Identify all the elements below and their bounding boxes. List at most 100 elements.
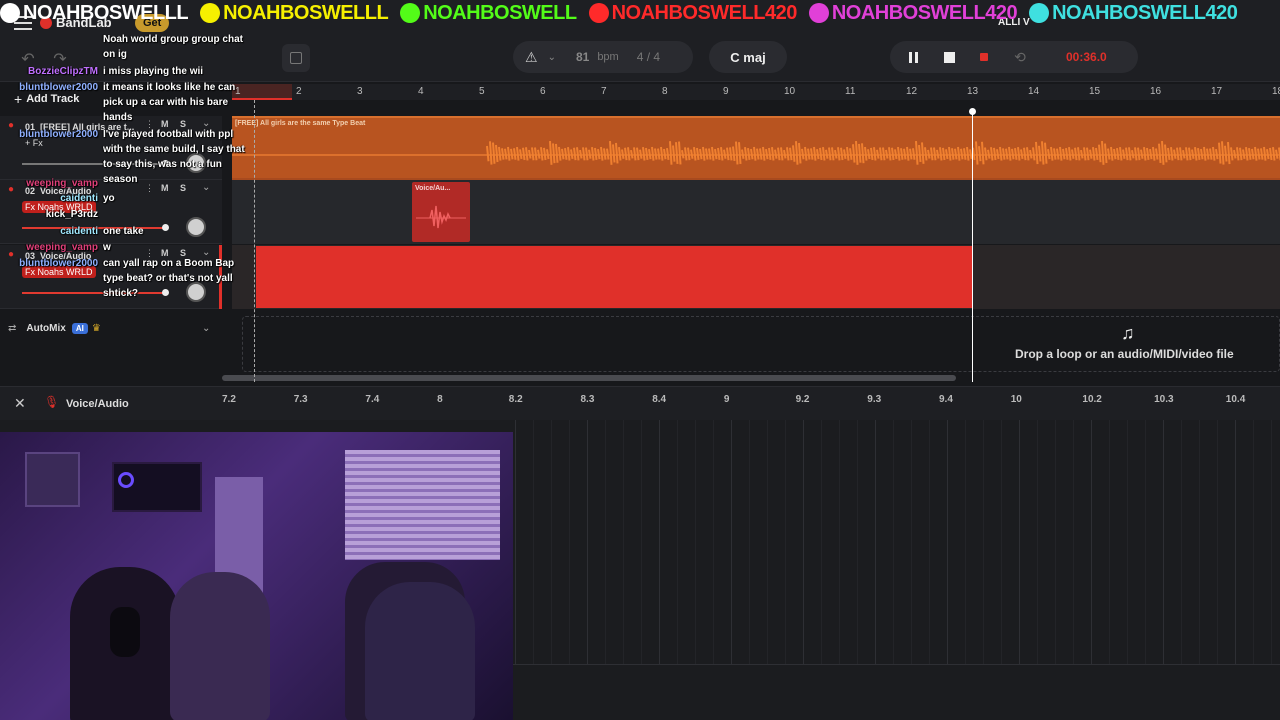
pause-icon — [908, 51, 918, 63]
drop-zone[interactable]: ♫ Drop a loop or an audio/MIDI/video fil… — [242, 316, 1280, 372]
metronome-icon[interactable]: ⚠ — [525, 49, 538, 66]
clip-voice[interactable]: Voice/Au... — [412, 182, 470, 242]
ruler-mark: 14 — [1028, 86, 1040, 97]
ruler-mark: 10 — [784, 86, 796, 97]
chat-username: BozzieClipzTM — [28, 66, 98, 77]
grid-line — [1073, 420, 1074, 665]
social-banner: NOAHBOSWELLL NOAHBOSWELLL NOAHBOSWELL NOAHB… — [0, 0, 1280, 26]
editor-tick: 8.3 — [580, 394, 595, 405]
key-pill[interactable]: C maj — [709, 41, 787, 73]
grid-line — [1001, 420, 1002, 665]
bpm-value[interactable]: 81 — [576, 50, 589, 64]
grid-line — [947, 420, 948, 665]
editor-tick: 9 — [723, 394, 730, 405]
grid-line — [587, 420, 588, 665]
clip-recording[interactable] — [256, 246, 973, 308]
editor-track-label: Voice/Audio — [66, 398, 129, 410]
social-handle: NOAHBOSWELL420 — [1029, 2, 1238, 25]
track-lane-02[interactable]: Voice/Au... — [232, 180, 1280, 244]
grid-line — [605, 420, 606, 665]
time-signature[interactable]: 4 / 4 — [637, 50, 660, 64]
grid-line — [731, 420, 732, 665]
social-handle: NOAHBOSWELLL — [0, 2, 189, 25]
ruler-mark: 2 — [296, 86, 302, 97]
grid-line — [515, 420, 516, 665]
loop-button[interactable]: ⟲ — [1006, 43, 1034, 71]
window-blinds — [345, 450, 500, 560]
editor-tick: 9.2 — [795, 394, 810, 405]
tiktok-icon — [1029, 3, 1050, 23]
chat-username: caidenti — [60, 226, 98, 237]
close-icon[interactable]: ✕ — [14, 395, 26, 412]
editor-tick: 8 — [437, 394, 443, 405]
webcam-video — [0, 432, 513, 720]
editor-tick: 7.4 — [365, 394, 380, 405]
grid-line — [1055, 420, 1056, 665]
music-note-icon: ♫ — [1121, 323, 1135, 343]
grid-line — [785, 420, 786, 665]
editor-baseline — [513, 664, 1280, 665]
editor-tick: 7.3 — [293, 394, 308, 405]
record-button[interactable] — [970, 43, 998, 71]
editor-tick: 8.4 — [652, 394, 667, 405]
grid-line — [875, 420, 876, 665]
chevron-down-icon[interactable]: ⌄ — [548, 52, 556, 63]
grid-line — [551, 420, 552, 665]
bpm-unit: bpm — [597, 51, 619, 63]
grid-line — [893, 420, 894, 665]
x-icon — [0, 3, 20, 23]
stop-button[interactable] — [935, 43, 963, 71]
chat-username: bluntblower2000 — [19, 82, 98, 93]
crown-icon: ♛ — [91, 322, 101, 334]
ruler-mark: 4 — [418, 86, 424, 97]
chevron-down-icon[interactable]: ⌄ — [202, 323, 210, 334]
editor-tick: 9.3 — [867, 394, 882, 405]
social-handle: NOAHBOSWELL420 — [808, 2, 1018, 25]
chat-message: yo — [103, 193, 115, 204]
chat-username: bluntblower2000 — [19, 129, 98, 140]
grid-line — [1253, 420, 1254, 665]
track-lane-03[interactable] — [232, 245, 1280, 309]
ruler-mark: 13 — [967, 86, 979, 97]
grid-line — [1127, 420, 1128, 665]
editor-tick: 7.2 — [222, 394, 236, 405]
ruler-mark: 9 — [723, 86, 729, 97]
grid-line — [569, 420, 570, 665]
social-handle-text: NOAHBOSWELL420 — [611, 1, 798, 24]
person-middle — [170, 572, 270, 720]
playhead[interactable] — [969, 108, 976, 382]
grid-icon — [290, 52, 302, 64]
horizontal-scrollbar[interactable] — [222, 375, 956, 381]
grid-line — [1217, 420, 1218, 665]
grid-line — [803, 420, 804, 665]
playhead-handle[interactable] — [969, 108, 976, 115]
clip-beat[interactable]: [FREE] All girls are the same Type Beat — [232, 116, 1280, 178]
automix-icon: ⇄ — [8, 322, 17, 334]
grid-line — [929, 420, 930, 665]
ruler-mark: 12 — [906, 86, 918, 97]
grid-line — [1271, 420, 1272, 665]
chat-message: it means it looks like he can pick up a … — [103, 82, 236, 123]
grid-line — [857, 420, 858, 665]
editor-tick: 8.2 — [508, 394, 523, 405]
grid-line — [1109, 420, 1110, 665]
drop-zone-text: Drop a loop or an audio/MIDI/video file — [1015, 347, 1234, 361]
grid-line — [821, 420, 822, 665]
tempo-pill[interactable]: ⚠ ⌄ 81 bpm 4 / 4 — [513, 41, 693, 73]
chat-username: kick_P3rdz — [45, 209, 98, 220]
snapchat-icon — [200, 3, 221, 23]
timeline-ruler[interactable]: 123456789101112131415161718 — [232, 84, 1280, 100]
grid-line — [713, 420, 714, 665]
grid-line — [839, 420, 840, 665]
editor-tick: 10.4 — [1225, 394, 1246, 405]
track-lane-01[interactable]: [FREE] All girls are the same Type Beat — [232, 116, 1280, 180]
grid-settings-button[interactable] — [282, 44, 310, 72]
social-handle: NOAHBOSWELL420 — [588, 1, 798, 25]
chat-message: can yall rap on a Boom Bap type beat? or… — [103, 258, 235, 299]
ruler-mark: 18 — [1272, 86, 1280, 97]
ruler-mark: 7 — [601, 86, 607, 97]
stop-icon — [943, 51, 955, 63]
microphone-icon: ● — [8, 184, 15, 195]
automix-row[interactable]: ⇄ AutoMix AI ♛ ⌄ — [0, 316, 222, 340]
pause-button[interactable] — [899, 43, 927, 71]
